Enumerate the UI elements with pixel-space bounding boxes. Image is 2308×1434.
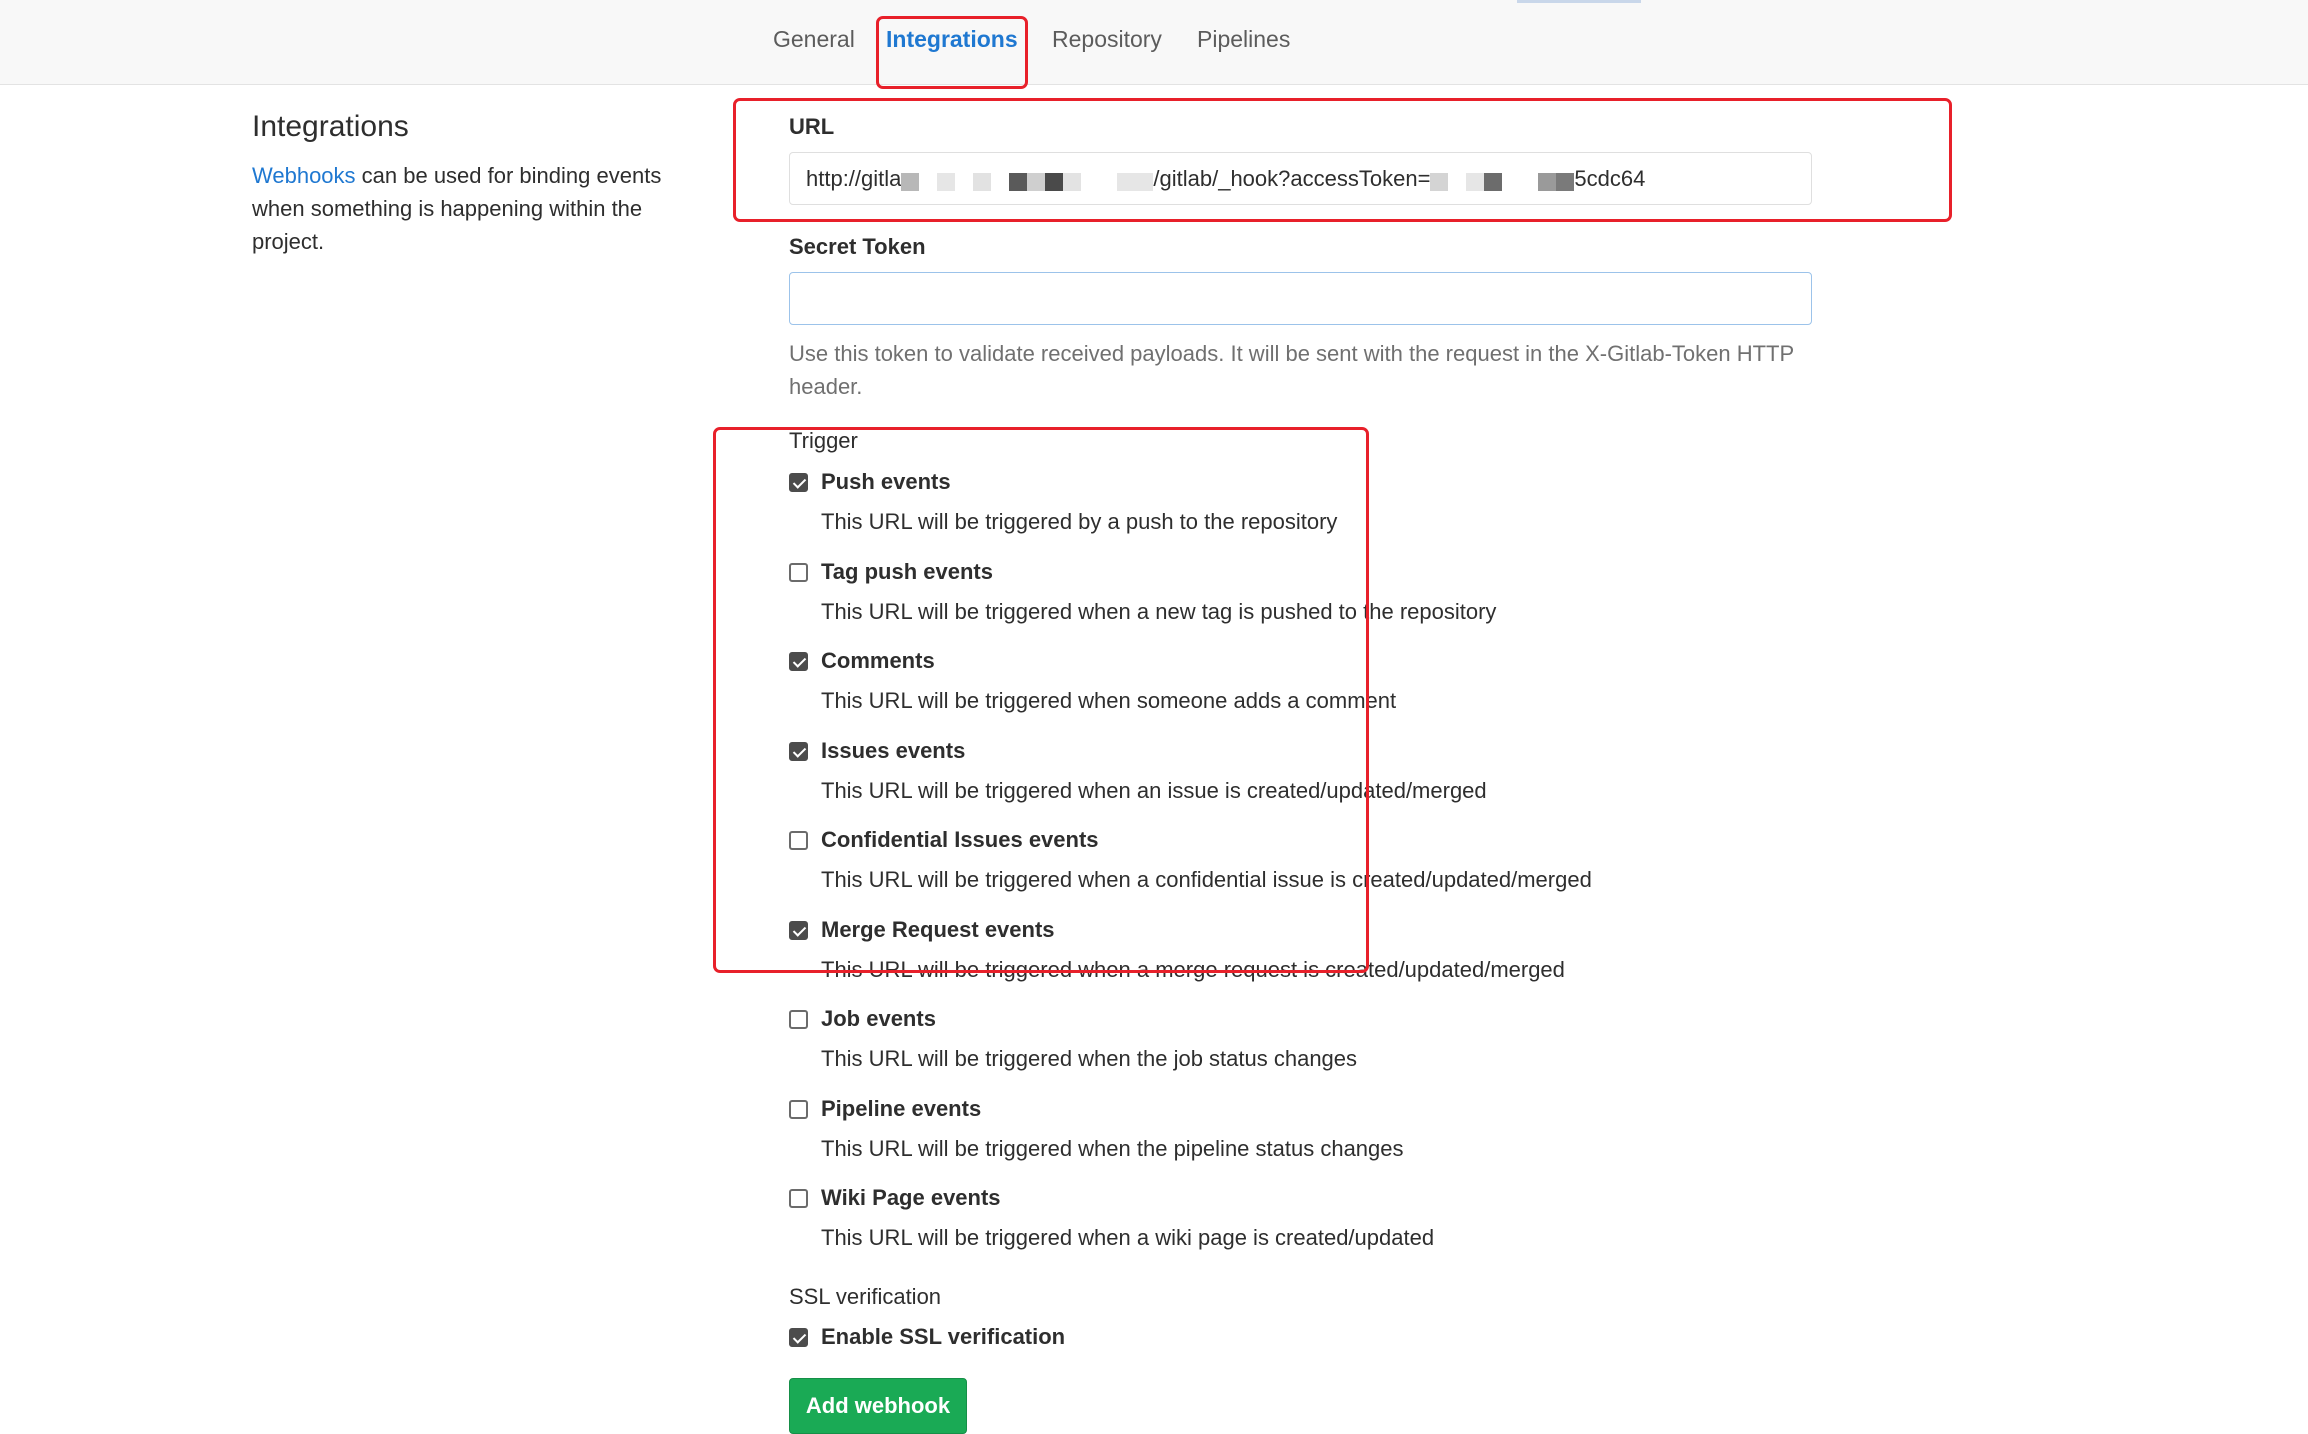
wiki-page-events-label[interactable]: Wiki Page events	[821, 1185, 1001, 1211]
tab-pipelines[interactable]: Pipelines	[1197, 26, 1290, 53]
ssl-verification-label: SSL verification	[789, 1284, 942, 1309]
nav-accent-line	[1517, 0, 1641, 3]
pipeline-events-description: This URL will be triggered when the pipe…	[821, 1136, 1404, 1161]
job-events-label[interactable]: Job events	[821, 1006, 936, 1032]
section-description: Webhooks can be used for binding events …	[252, 159, 712, 258]
enable-ssl-label[interactable]: Enable SSL verification	[821, 1324, 1065, 1350]
annotation-box-url	[733, 98, 1952, 222]
annotation-box-integrations-tab	[876, 16, 1028, 89]
webhooks-link[interactable]: Webhooks	[252, 163, 356, 188]
secret-token-input[interactable]	[789, 272, 1812, 325]
annotation-box-trigger	[713, 427, 1369, 973]
section-title: Integrations	[252, 110, 409, 143]
secret-token-help: Use this token to validate received payl…	[789, 341, 1794, 399]
enable-ssl-checkbox[interactable]	[789, 1328, 808, 1347]
settings-nav-bar: General Integrations Repository Pipeline…	[0, 0, 2308, 85]
wiki-page-events-description: This URL will be triggered when a wiki p…	[821, 1225, 1435, 1250]
job-events-description: This URL will be triggered when the job …	[821, 1046, 1358, 1071]
secret-token-label: Secret Token	[789, 234, 926, 259]
wiki-page-events-checkbox[interactable]	[789, 1189, 808, 1208]
tab-general[interactable]: General	[773, 26, 855, 53]
pipeline-events-checkbox[interactable]	[789, 1100, 808, 1119]
tab-repository[interactable]: Repository	[1052, 26, 1162, 53]
job-events-checkbox[interactable]	[789, 1010, 808, 1029]
add-webhook-button[interactable]: Add webhook	[789, 1378, 967, 1434]
pipeline-events-label[interactable]: Pipeline events	[821, 1096, 981, 1122]
